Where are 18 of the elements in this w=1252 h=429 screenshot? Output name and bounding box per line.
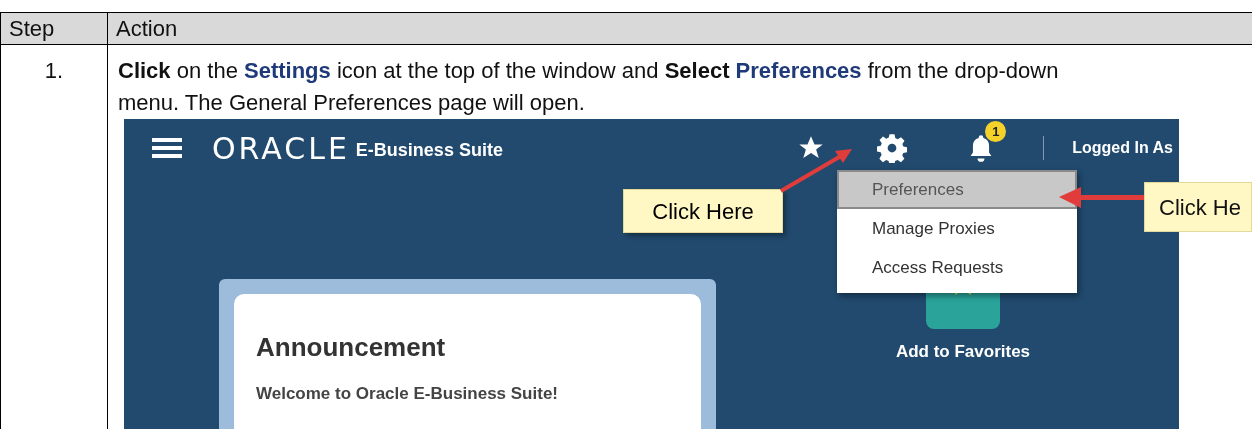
notification-badge: 1 [985,121,1007,142]
product-name: E-Business Suite [355,138,503,162]
user-label: Logged In As [1072,138,1173,158]
favorites-label: Add to Favorites [895,341,1031,363]
settings-icon[interactable] [877,133,908,163]
callout: Click Here [623,189,783,233]
column-header: Step [1,13,108,44]
announcement-text: Welcome to Oracle E-Business Suite! [256,383,559,405]
callout: Click He [1144,182,1252,232]
menu-icon[interactable] [152,137,182,159]
menu-item[interactable]: Preferences [837,170,1077,209]
step-number: 1. [44,57,64,85]
instruction-text: Click on the Settings icon at the top of the window and Select Preferences from the drop-down menu. The General Preferences page will open. [118,57,1060,117]
oracle-logo: ORACLE [212,129,350,168]
announcement-title: Announcement [256,331,447,364]
menu-item[interactable]: Access Requests [837,248,1077,287]
menu-item[interactable]: Manage Proxies [837,209,1077,248]
column-header: Action [115,15,179,43]
